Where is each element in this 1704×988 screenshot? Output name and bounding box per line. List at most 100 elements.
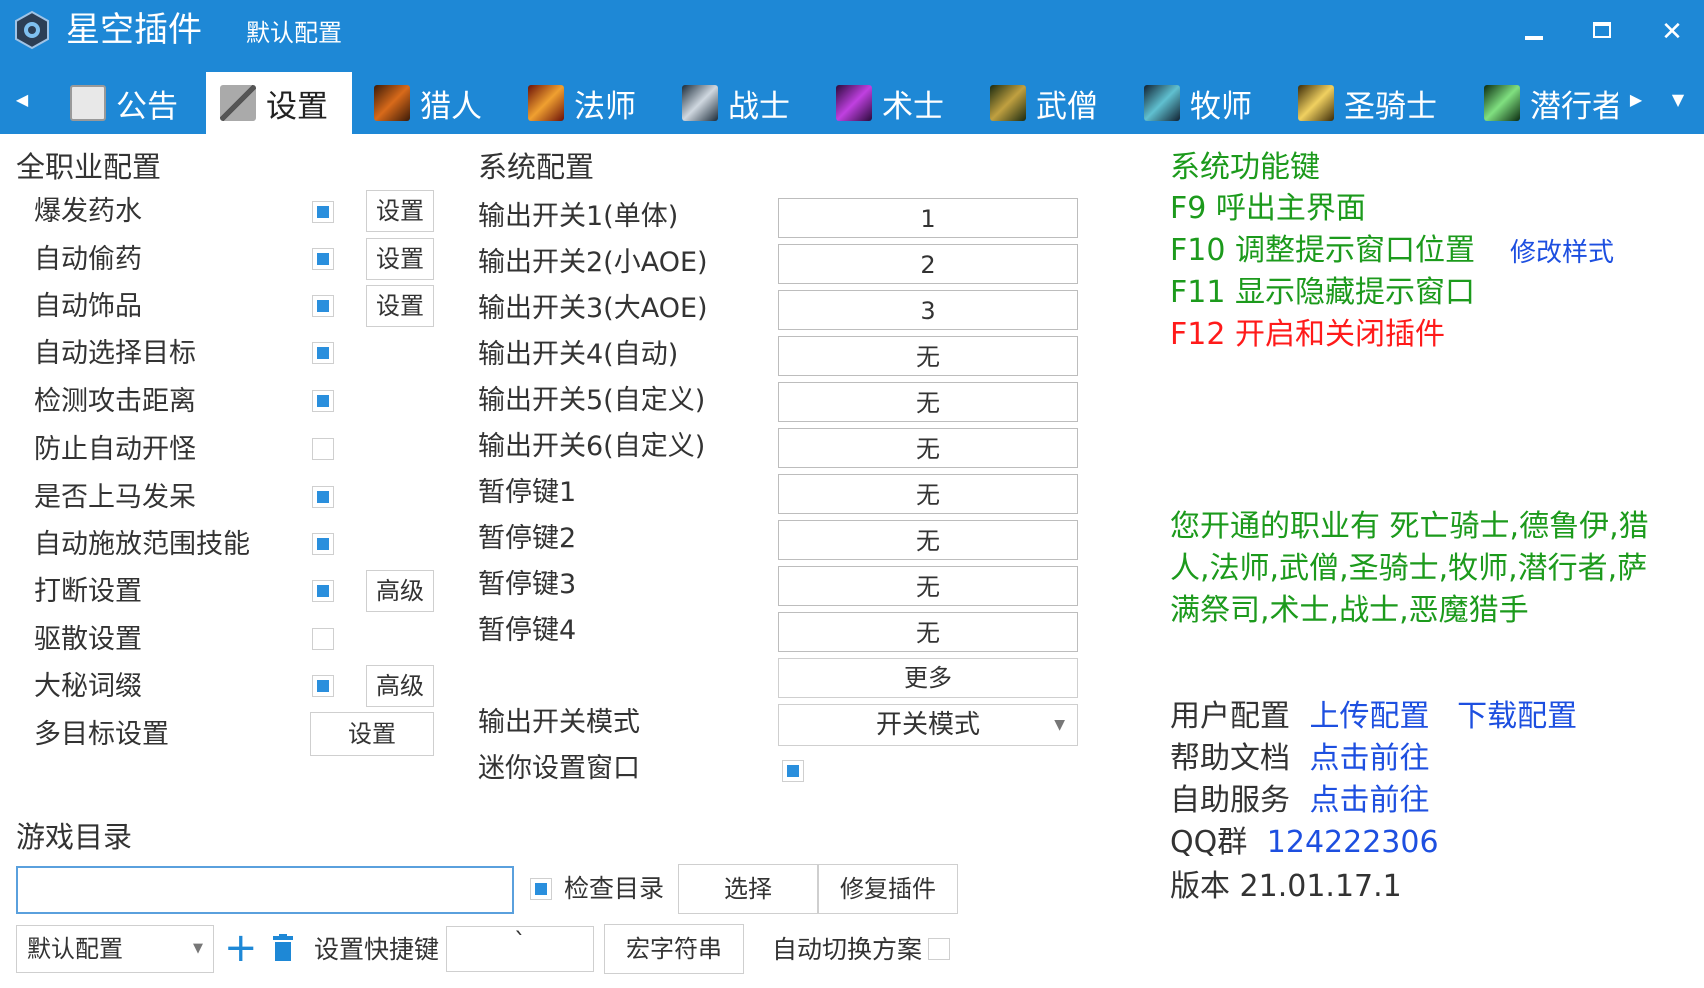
maximize-icon (1593, 22, 1611, 38)
prevent-auto-pull-checkbox[interactable] (312, 438, 334, 460)
check-range-checkbox[interactable] (312, 390, 334, 412)
tab-monk[interactable]: 武僧 (976, 72, 1122, 134)
output-mode-value: 开关模式 (875, 710, 980, 740)
tab-warrior[interactable]: 战士 (668, 72, 814, 134)
profile-select[interactable]: 默认配置 ▼ (16, 925, 214, 973)
pause-key-1-key[interactable]: 无 (778, 474, 1078, 514)
auto-switch-checkbox[interactable] (928, 938, 950, 960)
mythic-affix-label: 大秘词缀 (34, 671, 142, 702)
mythic-affix-advanced-button[interactable]: 高级 (366, 665, 434, 707)
output-switch-6-key[interactable]: 无 (778, 428, 1078, 468)
auto-target-checkbox[interactable] (312, 342, 334, 364)
warrior-icon (682, 85, 718, 121)
delete-profile-icon[interactable] (272, 934, 294, 962)
mini-window-checkbox[interactable] (782, 760, 804, 782)
all-class-config-title: 全职业配置 (16, 150, 162, 184)
check-dir-label: 检查目录 (564, 874, 665, 903)
select-dir-button[interactable]: 选择 (678, 864, 818, 914)
user-config-label: 用户配置 (1170, 699, 1290, 734)
tab-label: 潜行者 (1530, 88, 1618, 125)
pause-key-4-key[interactable]: 无 (778, 612, 1078, 652)
monk-icon (990, 85, 1026, 121)
user-config-row: 用户配置 上传配置 下载配置 (1170, 697, 1577, 737)
output-switch-1-key[interactable]: 1 (778, 198, 1078, 238)
notice-icon (70, 85, 106, 121)
self-service-label: 自助服务 (1170, 783, 1290, 818)
mini-window-label: 迷你设置窗口 (478, 753, 640, 784)
add-profile-icon[interactable]: + (224, 926, 258, 970)
tab-warlock[interactable]: 术士 (822, 72, 968, 134)
tab-hunter[interactable]: 猎人 (360, 72, 506, 134)
interrupt-settings-checkbox[interactable] (312, 580, 334, 602)
tab-priest[interactable]: 牧师 (1130, 72, 1276, 134)
tab-label: 设置 (266, 88, 328, 125)
tab-label: 牧师 (1190, 88, 1252, 125)
tab-announcement[interactable]: 公告 (56, 72, 196, 134)
game-dir-input[interactable] (16, 866, 514, 914)
burst-potion-checkbox[interactable] (312, 201, 334, 223)
classes-notice-line1: 您开通的职业有 死亡骑士,德鲁伊,猎 (1170, 509, 1649, 544)
shortcut-label: 设置快捷键 (314, 935, 440, 964)
mythic-affix-checkbox[interactable] (312, 675, 334, 697)
output-switch-3-label: 输出开关3(大AOE) (478, 293, 708, 324)
tab-paladin[interactable]: 圣骑士 (1284, 72, 1460, 134)
auto-aoe-checkbox[interactable] (312, 533, 334, 555)
output-mode-select[interactable]: 开关模式 ▼ (778, 704, 1078, 746)
help-doc-label: 帮助文档 (1170, 741, 1290, 776)
idle-on-mount-checkbox[interactable] (312, 486, 334, 508)
shortcut-input[interactable]: ` (446, 926, 594, 972)
auto-trinket-settings-button[interactable]: 设置 (366, 285, 434, 327)
hotkeys-title: 系统功能键 (1170, 150, 1320, 185)
output-switch-4-key[interactable]: 无 (778, 336, 1078, 376)
tab-list-dropdown-icon[interactable]: ▼ (1666, 88, 1690, 112)
tab-scroll-left-icon[interactable]: ◀ (10, 88, 34, 112)
pause-key-2-key[interactable]: 无 (778, 520, 1078, 560)
output-switch-5-key[interactable]: 无 (778, 382, 1078, 422)
maximize-button[interactable] (1582, 12, 1622, 52)
tab-label: 法师 (574, 88, 636, 125)
output-switch-3-key[interactable]: 3 (778, 290, 1078, 330)
burst-potion-settings-button[interactable]: 设置 (366, 190, 434, 232)
repair-plugin-button[interactable]: 修复插件 (818, 864, 958, 914)
download-config-link[interactable]: 下载配置 (1457, 699, 1577, 734)
current-config-name: 默认配置 (246, 19, 342, 47)
title-bar: 星空插件 默认配置 ✕ (0, 0, 1704, 66)
self-service-link[interactable]: 点击前往 (1310, 783, 1430, 818)
minimize-button[interactable] (1514, 12, 1554, 52)
dispel-settings-checkbox[interactable] (312, 628, 334, 650)
tab-rogue[interactable]: 潜行者 (1470, 72, 1618, 134)
self-service-row: 自助服务 点击前往 (1170, 781, 1430, 821)
tab-mage[interactable]: 法师 (514, 72, 660, 134)
upload-config-link[interactable]: 上传配置 (1310, 699, 1430, 734)
auto-steal-potion-checkbox[interactable] (312, 248, 334, 270)
help-doc-link[interactable]: 点击前往 (1310, 741, 1430, 776)
app-title: 星空插件 (66, 10, 202, 50)
multi-target-settings-button[interactable]: 设置 (310, 712, 434, 756)
tab-label: 公告 (116, 88, 178, 125)
hotkey-f9: F9 呼出主界面 (1170, 191, 1366, 226)
tab-label: 圣骑士 (1344, 88, 1437, 125)
auto-aoe-label: 自动施放范围技能 (34, 529, 250, 560)
auto-steal-potion-label: 自动偷药 (34, 244, 142, 275)
auto-trinket-checkbox[interactable] (312, 295, 334, 317)
hunter-icon (374, 85, 410, 121)
app-logo-icon (15, 10, 49, 50)
macro-string-button[interactable]: 宏字符串 (604, 924, 744, 974)
qq-group-row: QQ群 124222306 (1170, 823, 1439, 863)
tab-settings[interactable]: 设置 (206, 72, 352, 134)
qq-group-number[interactable]: 124222306 (1267, 825, 1439, 860)
output-switch-2-key[interactable]: 2 (778, 244, 1078, 284)
modify-style-link[interactable]: 修改样式 (1510, 233, 1614, 273)
auto-target-label: 自动选择目标 (34, 338, 196, 369)
output-mode-label: 输出开关模式 (478, 707, 640, 738)
pause-key-3-key[interactable]: 无 (778, 566, 1078, 606)
interrupt-advanced-button[interactable]: 高级 (366, 570, 434, 612)
check-dir-checkbox[interactable] (530, 878, 552, 900)
close-button[interactable]: ✕ (1652, 12, 1692, 52)
idle-on-mount-label: 是否上马发呆 (34, 482, 196, 513)
chevron-down-icon: ▼ (193, 941, 203, 956)
more-keys-button[interactable]: 更多 (778, 658, 1078, 698)
auto-steal-potion-settings-button[interactable]: 设置 (366, 238, 434, 280)
game-dir-title: 游戏目录 (16, 820, 133, 854)
tab-scroll-right-icon[interactable]: ▶ (1624, 88, 1648, 112)
